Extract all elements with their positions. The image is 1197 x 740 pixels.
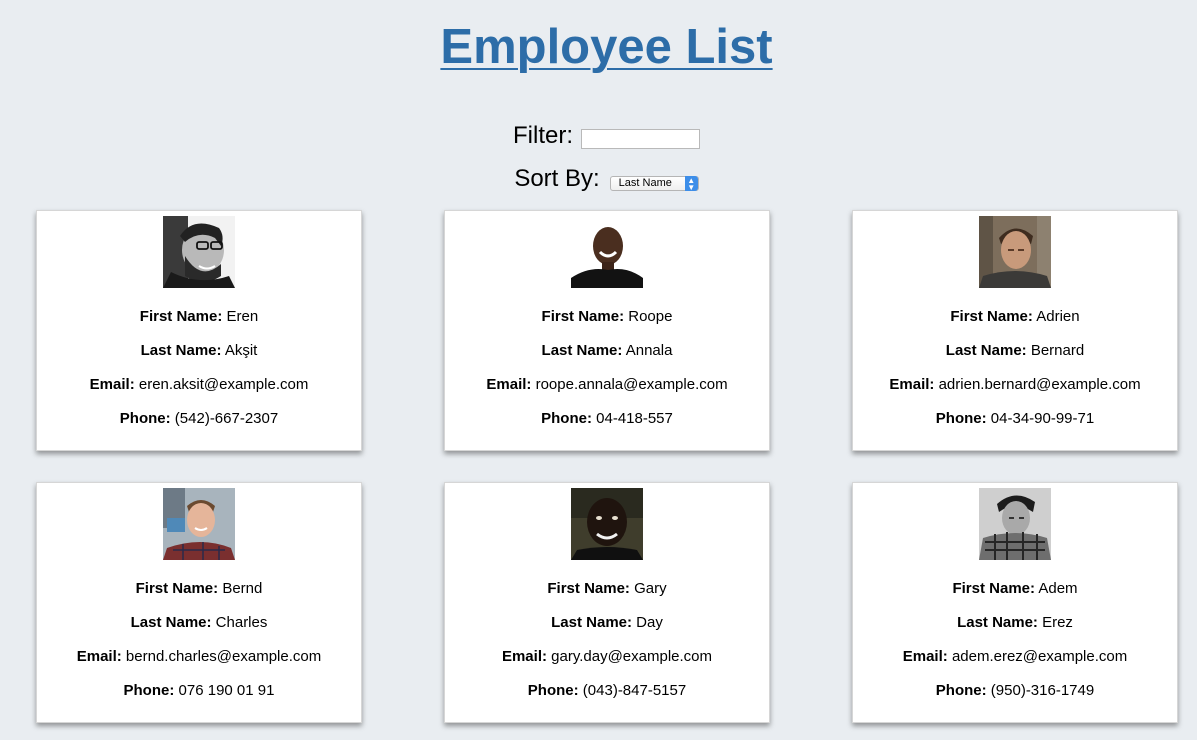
first-name-label: First Name:	[952, 580, 1035, 597]
first-name-label: First Name:	[135, 580, 219, 597]
first-name-value: Adem	[1038, 580, 1078, 597]
phone-label: Phone:	[119, 410, 171, 427]
email-label: Email:	[889, 376, 935, 393]
email-label: Email:	[89, 376, 135, 393]
employee-card: First Name: Bernd Last Name: Charles Ema…	[36, 482, 362, 723]
employee-card: First Name: Adem Last Name: Erez Email: …	[852, 482, 1178, 723]
sort-label: Sort By:	[514, 165, 600, 192]
last-name-label: Last Name:	[541, 342, 623, 359]
email-label: Email:	[902, 648, 948, 665]
email-field: Email: eren.aksit@example.com	[37, 376, 361, 394]
chevron-updown-icon: ▲ ▼	[684, 175, 698, 191]
first-name-value: Adrien	[1036, 308, 1080, 325]
filter-label: Filter:	[513, 122, 573, 149]
phone-field: Phone: 04-418-557	[445, 410, 769, 428]
phone-value: 04-34-90-99-71	[990, 410, 1095, 427]
phone-field: Phone: 076 190 01 91	[37, 682, 361, 700]
last-name-label: Last Name:	[945, 342, 1027, 359]
last-name-field: Last Name: Bernard	[853, 342, 1177, 360]
first-name-field: First Name: Adem	[853, 580, 1177, 598]
phone-field: Phone: 04-34-90-99-71	[853, 410, 1177, 428]
email-field: Email: gary.day@example.com	[445, 648, 769, 666]
page: Employee List Filter: Sort By: Last Name…	[0, 0, 1197, 740]
email-field: Email: adem.erez@example.com	[853, 648, 1177, 666]
last-name-value: Day	[636, 614, 663, 631]
email-field: Email: bernd.charles@example.com	[37, 648, 361, 666]
email-value: adem.erez@example.com	[951, 648, 1128, 665]
first-name-label: First Name:	[541, 308, 625, 325]
last-name-field: Last Name: Charles	[37, 614, 361, 632]
employee-photo	[163, 488, 235, 560]
phone-label: Phone:	[935, 410, 987, 427]
last-name-field: Last Name: Erez	[853, 614, 1177, 632]
first-name-label: First Name:	[139, 308, 223, 325]
phone-label: Phone:	[527, 682, 579, 699]
first-name-value: Eren	[226, 308, 259, 325]
last-name-label: Last Name:	[130, 614, 212, 631]
first-name-field: First Name: Eren	[37, 308, 361, 326]
phone-value: 076 190 01 91	[178, 682, 275, 699]
employee-card: First Name: Gary Last Name: Day Email: g…	[444, 482, 770, 723]
sort-row: Sort By: Last Name ▲ ▼	[0, 165, 1197, 193]
filter-row: Filter:	[0, 122, 1197, 150]
last-name-label: Last Name:	[957, 614, 1038, 631]
email-field: Email: roope.annala@example.com	[445, 376, 769, 394]
phone-label: Phone:	[123, 682, 175, 699]
last-name-label: Last Name:	[551, 614, 632, 631]
email-label: Email:	[76, 648, 122, 665]
first-name-field: First Name: Gary	[445, 580, 769, 598]
phone-value: (950)-316-1749	[990, 682, 1095, 699]
phone-label: Phone:	[935, 682, 987, 699]
email-value: adrien.bernard@example.com	[938, 376, 1141, 393]
phone-field: Phone: (043)-847-5157	[445, 682, 769, 700]
page-title[interactable]: Employee List	[0, 18, 1197, 76]
first-name-value: Bernd	[222, 580, 263, 597]
first-name-value: Roope	[628, 308, 673, 325]
employee-photo	[979, 216, 1051, 288]
first-name-field: First Name: Adrien	[853, 308, 1177, 326]
last-name-value: Akşit	[224, 342, 258, 359]
first-name-field: First Name: Roope	[445, 308, 769, 326]
last-name-value: Bernard	[1030, 342, 1085, 359]
first-name-label: First Name:	[547, 580, 630, 597]
first-name-label: First Name:	[950, 308, 1033, 325]
email-field: Email: adrien.bernard@example.com	[853, 376, 1177, 394]
email-label: Email:	[486, 376, 532, 393]
last-name-label: Last Name:	[140, 342, 222, 359]
employee-card: First Name: Roope Last Name: Annala Emai…	[444, 210, 770, 451]
phone-field: Phone: (950)-316-1749	[853, 682, 1177, 700]
employee-card: First Name: Eren Last Name: Akşit Email:…	[36, 210, 362, 451]
employee-photo	[979, 488, 1051, 560]
employee-photo	[163, 216, 235, 288]
sort-select[interactable]: Last Name ▲ ▼	[609, 175, 699, 191]
phone-field: Phone: (542)-667-2307	[37, 410, 361, 428]
email-value: gary.day@example.com	[551, 648, 713, 665]
phone-value: 04-418-557	[596, 410, 673, 427]
last-name-field: Last Name: Annala	[445, 342, 769, 360]
filter-input[interactable]	[581, 129, 700, 149]
last-name-value: Charles	[215, 614, 268, 631]
last-name-field: Last Name: Akşit	[37, 342, 361, 360]
email-value: roope.annala@example.com	[535, 376, 728, 393]
email-label: Email:	[501, 648, 547, 665]
employee-card: First Name: Adrien Last Name: Bernard Em…	[852, 210, 1178, 451]
employee-photo	[571, 488, 643, 560]
employee-photo	[571, 216, 643, 288]
last-name-value: Erez	[1042, 614, 1073, 631]
last-name-value: Annala	[625, 342, 673, 359]
first-name-value: Gary	[634, 580, 667, 597]
phone-value: (542)-667-2307	[174, 410, 279, 427]
phone-value: (043)-847-5157	[582, 682, 687, 699]
email-value: bernd.charles@example.com	[125, 648, 322, 665]
email-value: eren.aksit@example.com	[138, 376, 309, 393]
sort-select-value: Last Name	[618, 176, 672, 189]
last-name-field: Last Name: Day	[445, 614, 769, 632]
phone-label: Phone:	[541, 410, 592, 427]
first-name-field: First Name: Bernd	[37, 580, 361, 598]
